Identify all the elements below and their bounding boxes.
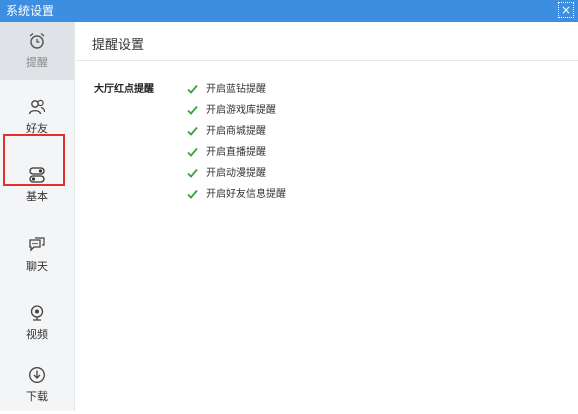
sidebar-item-video[interactable]: 视频 xyxy=(0,294,74,352)
webcam-icon xyxy=(30,305,44,321)
checkbox-label: 开启游戏库提醒 xyxy=(206,105,276,116)
checkmark-icon xyxy=(187,168,198,178)
sidebar-item-chat[interactable]: 聊天 xyxy=(0,226,74,284)
page-title: 提醒设置 xyxy=(92,38,145,53)
checkmark-icon xyxy=(187,84,198,94)
checkbox-label: 开启好友信息提醒 xyxy=(206,189,286,200)
close-icon: × xyxy=(560,3,572,17)
chat-bubble-icon xyxy=(29,237,45,252)
alarm-clock-icon xyxy=(29,32,45,49)
checkmark-icon xyxy=(187,147,198,157)
close-button[interactable]: × xyxy=(558,2,574,18)
checkmark-icon xyxy=(187,126,198,136)
sidebar-item-basic[interactable]: 基本 xyxy=(0,156,74,214)
sidebar-item-label: 基本 xyxy=(26,190,48,203)
download-icon xyxy=(29,367,45,383)
sidebar-item-label: 提醒 xyxy=(26,56,48,69)
checkmark-icon xyxy=(187,189,198,199)
toggle-switch-icon xyxy=(29,167,45,183)
group-label: 大厅红点提醒 xyxy=(94,84,154,95)
sidebar-item-label: 下载 xyxy=(26,390,48,403)
window-title: 系统设置 xyxy=(6,4,55,18)
title-bar: 系统设置 × xyxy=(0,0,578,22)
sidebar-item-label: 视频 xyxy=(26,328,48,341)
checkbox-label: 开启动漫提醒 xyxy=(206,168,266,179)
checkmark-icon xyxy=(187,105,198,115)
friends-icon xyxy=(28,99,46,115)
sidebar-item-label: 聊天 xyxy=(26,260,48,273)
sidebar-item-label: 好友 xyxy=(26,122,48,135)
sidebar-item-reminder[interactable]: 提醒 xyxy=(0,22,74,80)
sidebar: 提醒 好友 基本 聊天 视频 下载 xyxy=(0,22,75,411)
checkbox-label: 开启商城提醒 xyxy=(206,126,266,137)
sidebar-item-friends[interactable]: 好友 xyxy=(0,88,74,146)
checkbox-label: 开启蓝钻提醒 xyxy=(206,84,266,95)
divider xyxy=(76,60,578,61)
checkbox-label: 开启直播提醒 xyxy=(206,147,266,158)
sidebar-item-download[interactable]: 下载 xyxy=(0,356,74,414)
